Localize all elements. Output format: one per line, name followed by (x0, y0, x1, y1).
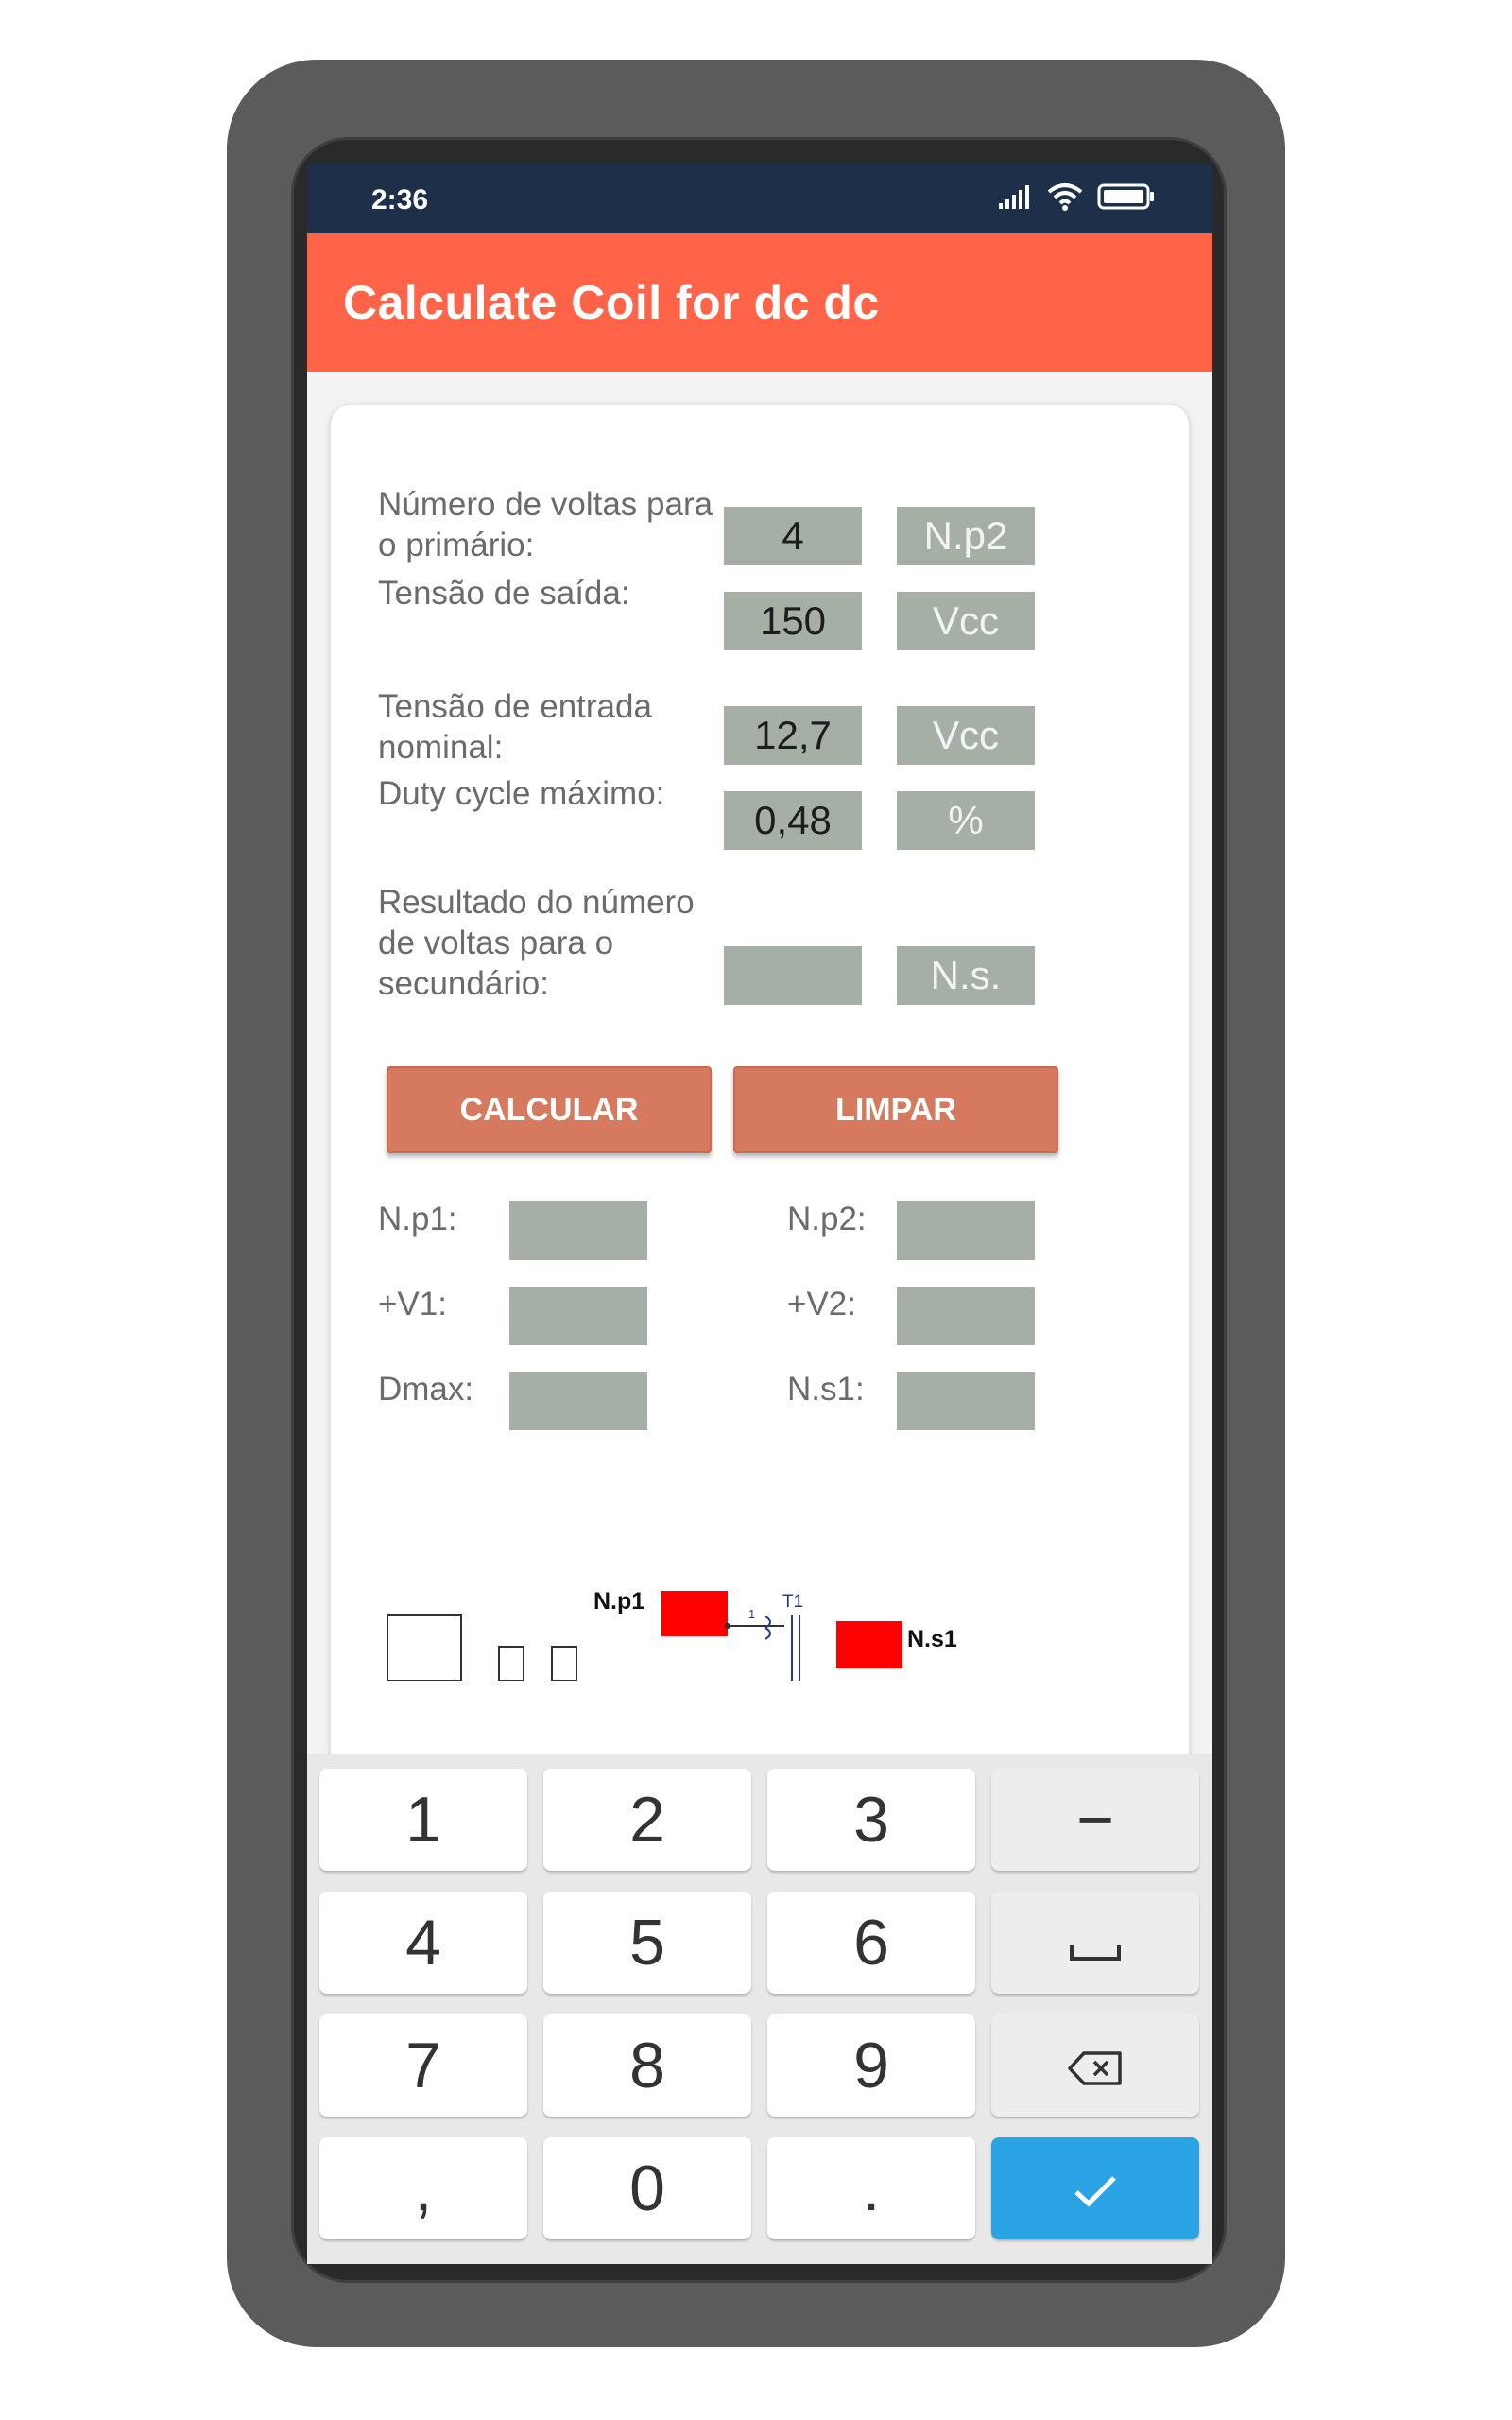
key-4[interactable]: 4 (319, 1892, 527, 1994)
result-ns1-value (897, 1372, 1035, 1430)
key-1[interactable]: 1 (319, 1769, 527, 1871)
calculate-button[interactable]: CALCULAR (387, 1066, 712, 1153)
battery-icon (1097, 182, 1156, 216)
key-3[interactable]: 3 (767, 1769, 975, 1871)
result-v2-label: +V2: (787, 1286, 856, 1322)
key-0[interactable]: 0 (543, 2137, 751, 2239)
status-time: 2:36 (371, 184, 429, 216)
app-title: Calculate Coil for dc dc (343, 276, 880, 329)
result-v2-value (897, 1287, 1035, 1345)
screen: 2:36 Calculate Coil for dc dc Número de … (307, 164, 1212, 2264)
result-np2-label: N.p2: (787, 1201, 867, 1237)
output-voltage-input[interactable]: 150 (724, 592, 862, 650)
result-np2-value (897, 1201, 1035, 1260)
key-period[interactable]: . (767, 2137, 975, 2239)
ns1-marker (836, 1621, 902, 1668)
secondary-turns-unit: N.s. (897, 946, 1035, 1005)
primary-turns-label: Número de voltas para o primário: (378, 486, 713, 563)
duty-cycle-label: Duty cycle máximo: (378, 775, 665, 812)
status-bar: 2:36 (307, 164, 1212, 233)
result-v1-value (509, 1287, 647, 1345)
result-v1-label: +V1: (378, 1286, 447, 1322)
checkmark-icon (1072, 2152, 1119, 2225)
space-bar-icon (1069, 1906, 1122, 1979)
numeric-keyboard: 1 2 3 − 4 5 6 7 8 9 , 0 . (307, 1754, 1212, 2264)
key-9[interactable]: 9 (767, 2014, 975, 2117)
key-6[interactable]: 6 (767, 1892, 975, 1994)
result-ns1-label: N.s1: (787, 1371, 865, 1408)
input-voltage-input[interactable]: 12,7 (724, 706, 862, 765)
np1-marker (662, 1591, 728, 1636)
diagram-pin-label: 1 (748, 1607, 756, 1621)
result-np1-value (509, 1201, 647, 1260)
diagram-ns1-label: N.s1 (907, 1626, 957, 1652)
diagram-np1-label: N.p1 (593, 1588, 645, 1615)
primary-turns-unit: N.p2 (897, 507, 1035, 565)
primary-turns-input[interactable]: 4 (724, 507, 862, 565)
backspace-icon (1067, 2029, 1124, 2102)
duty-cycle-unit: % (897, 791, 1035, 850)
key-backspace[interactable] (991, 2014, 1199, 2117)
clear-button[interactable]: LIMPAR (733, 1066, 1058, 1153)
duty-cycle-input[interactable]: 0,48 (724, 791, 862, 850)
calculator-card: Número de voltas para o primário: 4 N.p2… (331, 405, 1189, 1823)
result-np1-label: N.p1: (378, 1201, 457, 1237)
diagram-t1-label: T1 (782, 1592, 804, 1612)
output-voltage-label: Tensão de saída: (378, 575, 630, 612)
key-5[interactable]: 5 (543, 1892, 751, 1994)
key-minus[interactable]: − (991, 1769, 1199, 1871)
key-comma[interactable]: , (319, 2137, 527, 2239)
output-voltage-unit: Vcc (897, 592, 1035, 650)
wifi-icon (1046, 182, 1084, 216)
result-dmax-label: Dmax: (378, 1371, 474, 1408)
secondary-turns-result (724, 946, 862, 1005)
key-done[interactable] (991, 2137, 1199, 2239)
key-space[interactable] (991, 1892, 1199, 1994)
input-voltage-label: Tensão de entrada nominal: (378, 688, 652, 766)
secondary-turns-label: Resultado do número de voltas para o sec… (378, 884, 695, 1002)
key-8[interactable]: 8 (543, 2014, 751, 2117)
input-voltage-unit: Vcc (897, 706, 1035, 765)
signal-icon (997, 182, 1033, 216)
result-dmax-value (509, 1372, 647, 1430)
key-2[interactable]: 2 (543, 1769, 751, 1871)
status-icons (997, 182, 1156, 215)
circuit-diagram: N.p1 T1 1 N.s1 (387, 1567, 1068, 1685)
app-bar: Calculate Coil for dc dc (307, 233, 1212, 372)
key-7[interactable]: 7 (319, 2014, 527, 2117)
